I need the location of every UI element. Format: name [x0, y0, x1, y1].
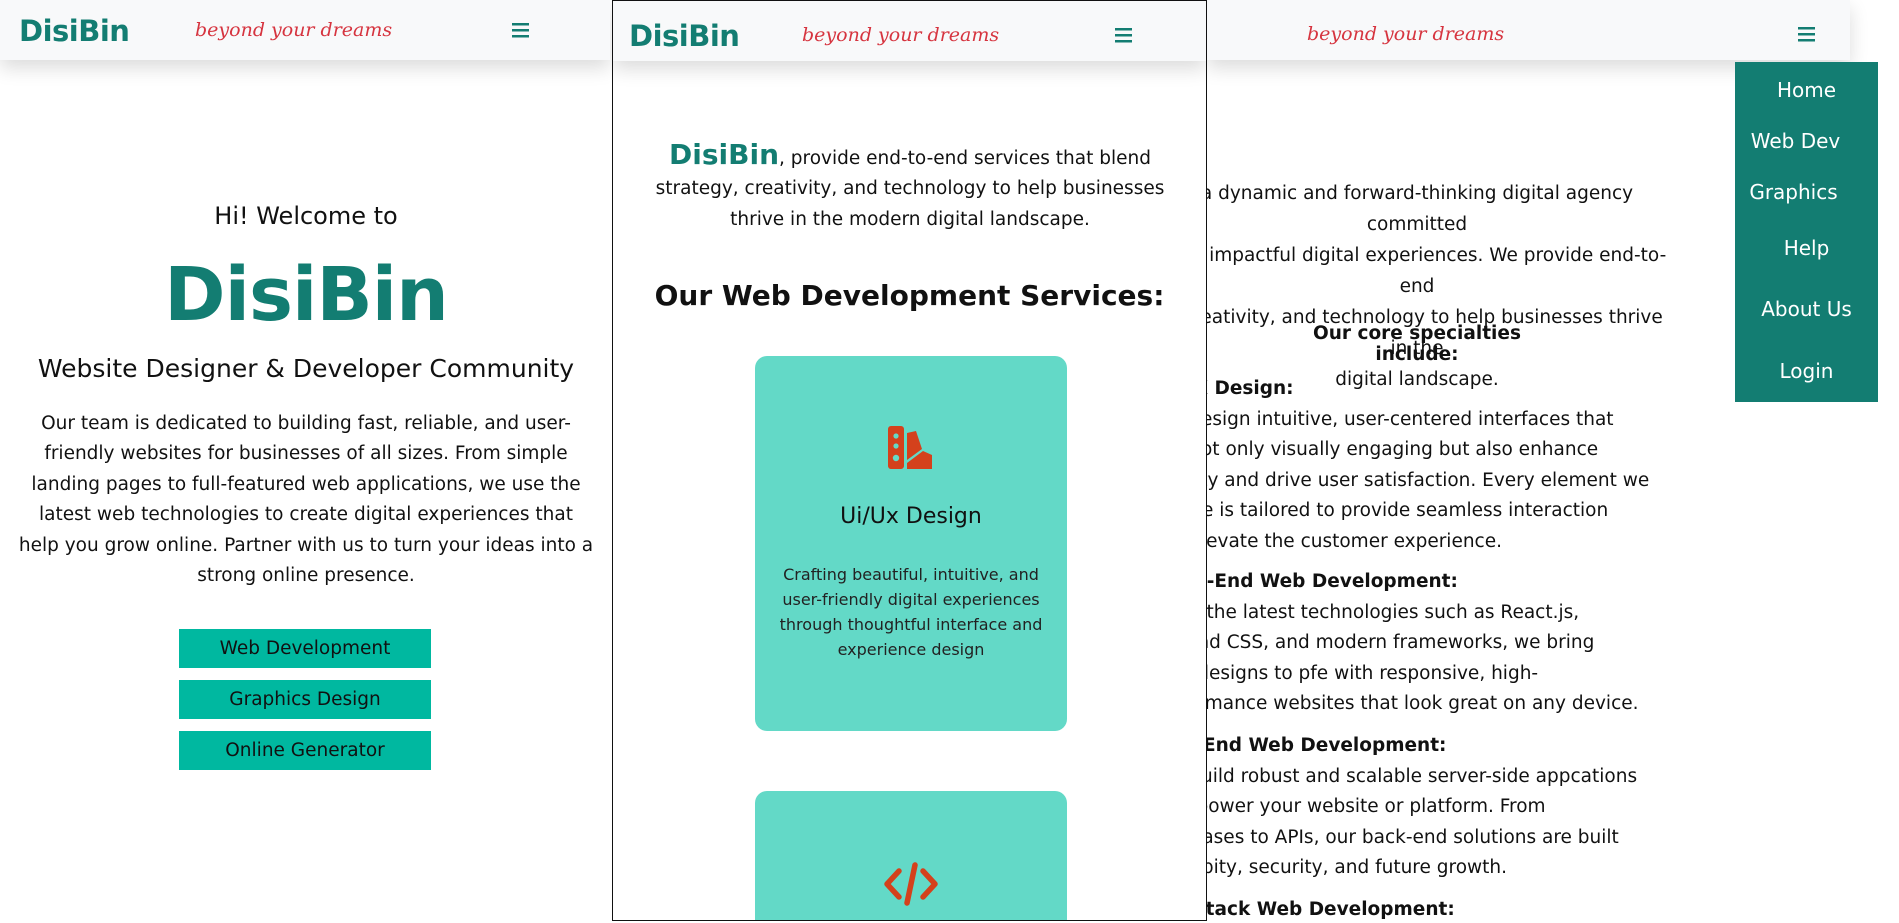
menu-item-home[interactable]: Home: [1735, 78, 1878, 102]
code-icon: [884, 862, 938, 906]
hero-title: DisiBin: [164, 252, 449, 338]
menu-item-login[interactable]: Login: [1735, 359, 1878, 383]
specialty-line: reabity, security, and future growth.: [1207, 857, 1508, 879]
specialty-line: rformance websites that look great on an…: [1207, 693, 1639, 715]
specialty-line: ur designs to pfe with responsive, high-: [1207, 662, 1539, 684]
specialty-heading: ll-Stack Web Development:: [1207, 899, 1455, 920]
specialty-line: tabases to APIs, our back-end solutions …: [1207, 826, 1619, 848]
navbar: DisiBin beyond your dreams: [613, 1, 1206, 61]
web-development-button[interactable]: Web Development: [179, 629, 431, 668]
specialty-heading: /UX Design:: [1207, 378, 1294, 399]
tagline: beyond your dreams: [1307, 23, 1505, 45]
graphics-design-button[interactable]: Graphics Design: [179, 680, 431, 719]
dropdown-nav-menu: Home Web Dev Graphics Help About Us Logi…: [1735, 62, 1878, 402]
services-view-panel: DisiBin beyond your dreams DisiBin, prov…: [612, 0, 1207, 921]
home-view-panel: DisiBin beyond your dreams Hi! Welcome t…: [0, 0, 612, 923]
menu-item-graphics[interactable]: Graphics: [1722, 180, 1865, 204]
specialty-line: eate is tailored to provide seamless int…: [1207, 500, 1609, 522]
specialty-line: at power your website or platform. From: [1207, 796, 1546, 818]
specialty-heading: ck-End Web Development:: [1207, 735, 1447, 756]
menu-item-help[interactable]: Help: [1735, 236, 1878, 260]
specialty-backend: ck-End Web Development: e build robust a…: [1207, 731, 1637, 884]
online-generator-button[interactable]: Online Generator: [179, 731, 431, 770]
about-line: a dynamic and forward-thinking digital a…: [1207, 183, 1634, 235]
navbar: beyond your dreams: [1207, 0, 1850, 60]
specialty-line: e design intuitive, user-centered interf…: [1207, 408, 1614, 430]
card-title: Ui/Ux Design: [840, 504, 982, 529]
specialty-line: ing the latest technologies such as Reac…: [1207, 601, 1580, 623]
service-card-uiux[interactable]: Ui/Ux Design Crafting beautiful, intuiti…: [755, 356, 1067, 731]
specialty-line: e build robust and scalable server-side …: [1207, 765, 1638, 787]
welcome-greeting: Hi! Welcome to: [214, 202, 398, 230]
specialties-title: Our core specialties include:: [1313, 323, 1521, 365]
palette-swatch-icon: [888, 426, 932, 469]
hero-subtitle: Website Designer & Developer Community: [37, 354, 575, 383]
specialty-heading: ont-End Web Development:: [1207, 571, 1458, 592]
lead-paragraph: DisiBin, provide end-to-end services tha…: [653, 138, 1167, 235]
navbar: DisiBin beyond your dreams: [0, 0, 610, 60]
specialty-line: abity and drive user satisfaction. Every…: [1207, 469, 1650, 491]
service-card-development[interactable]: [755, 791, 1067, 920]
specialty-uiux: /UX Design: e design intuitive, user-cen…: [1207, 374, 1649, 558]
hamburger-menu-icon[interactable]: [512, 22, 529, 38]
about-view-panel: beyond your dreams a dynamic and forward…: [1207, 0, 1899, 923]
specialty-fullstack: ll-Stack Web Development:: [1207, 895, 1455, 923]
card-description: Crafting beautiful, intuitive, and user-…: [779, 565, 1043, 659]
intro-paragraph: Our team is dedicated to building fast, …: [18, 413, 594, 587]
tagline: beyond your dreams: [195, 19, 393, 41]
specialty-line: lwind CSS, and modern frameworks, we bri…: [1207, 632, 1595, 654]
about-line: into impactful digital experiences. We p…: [1207, 245, 1667, 297]
lead-brand: DisiBin: [669, 138, 780, 171]
hamburger-menu-icon[interactable]: [1798, 26, 1815, 42]
specialty-frontend: ont-End Web Development: ing the latest …: [1207, 567, 1639, 720]
hamburger-menu-icon[interactable]: [1115, 27, 1132, 43]
brand-logo[interactable]: DisiBin: [629, 19, 740, 53]
menu-item-about-us[interactable]: About Us: [1735, 297, 1878, 321]
services-heading: Our Web Development Services:: [654, 279, 1165, 312]
tagline: beyond your dreams: [802, 24, 1000, 46]
specialty-line: e not only visually engaging but also en…: [1207, 439, 1599, 461]
specialty-line: d elevate the customer experience.: [1207, 530, 1502, 552]
brand-logo[interactable]: DisiBin: [19, 14, 130, 48]
menu-item-web-dev[interactable]: Web Dev: [1724, 129, 1867, 153]
